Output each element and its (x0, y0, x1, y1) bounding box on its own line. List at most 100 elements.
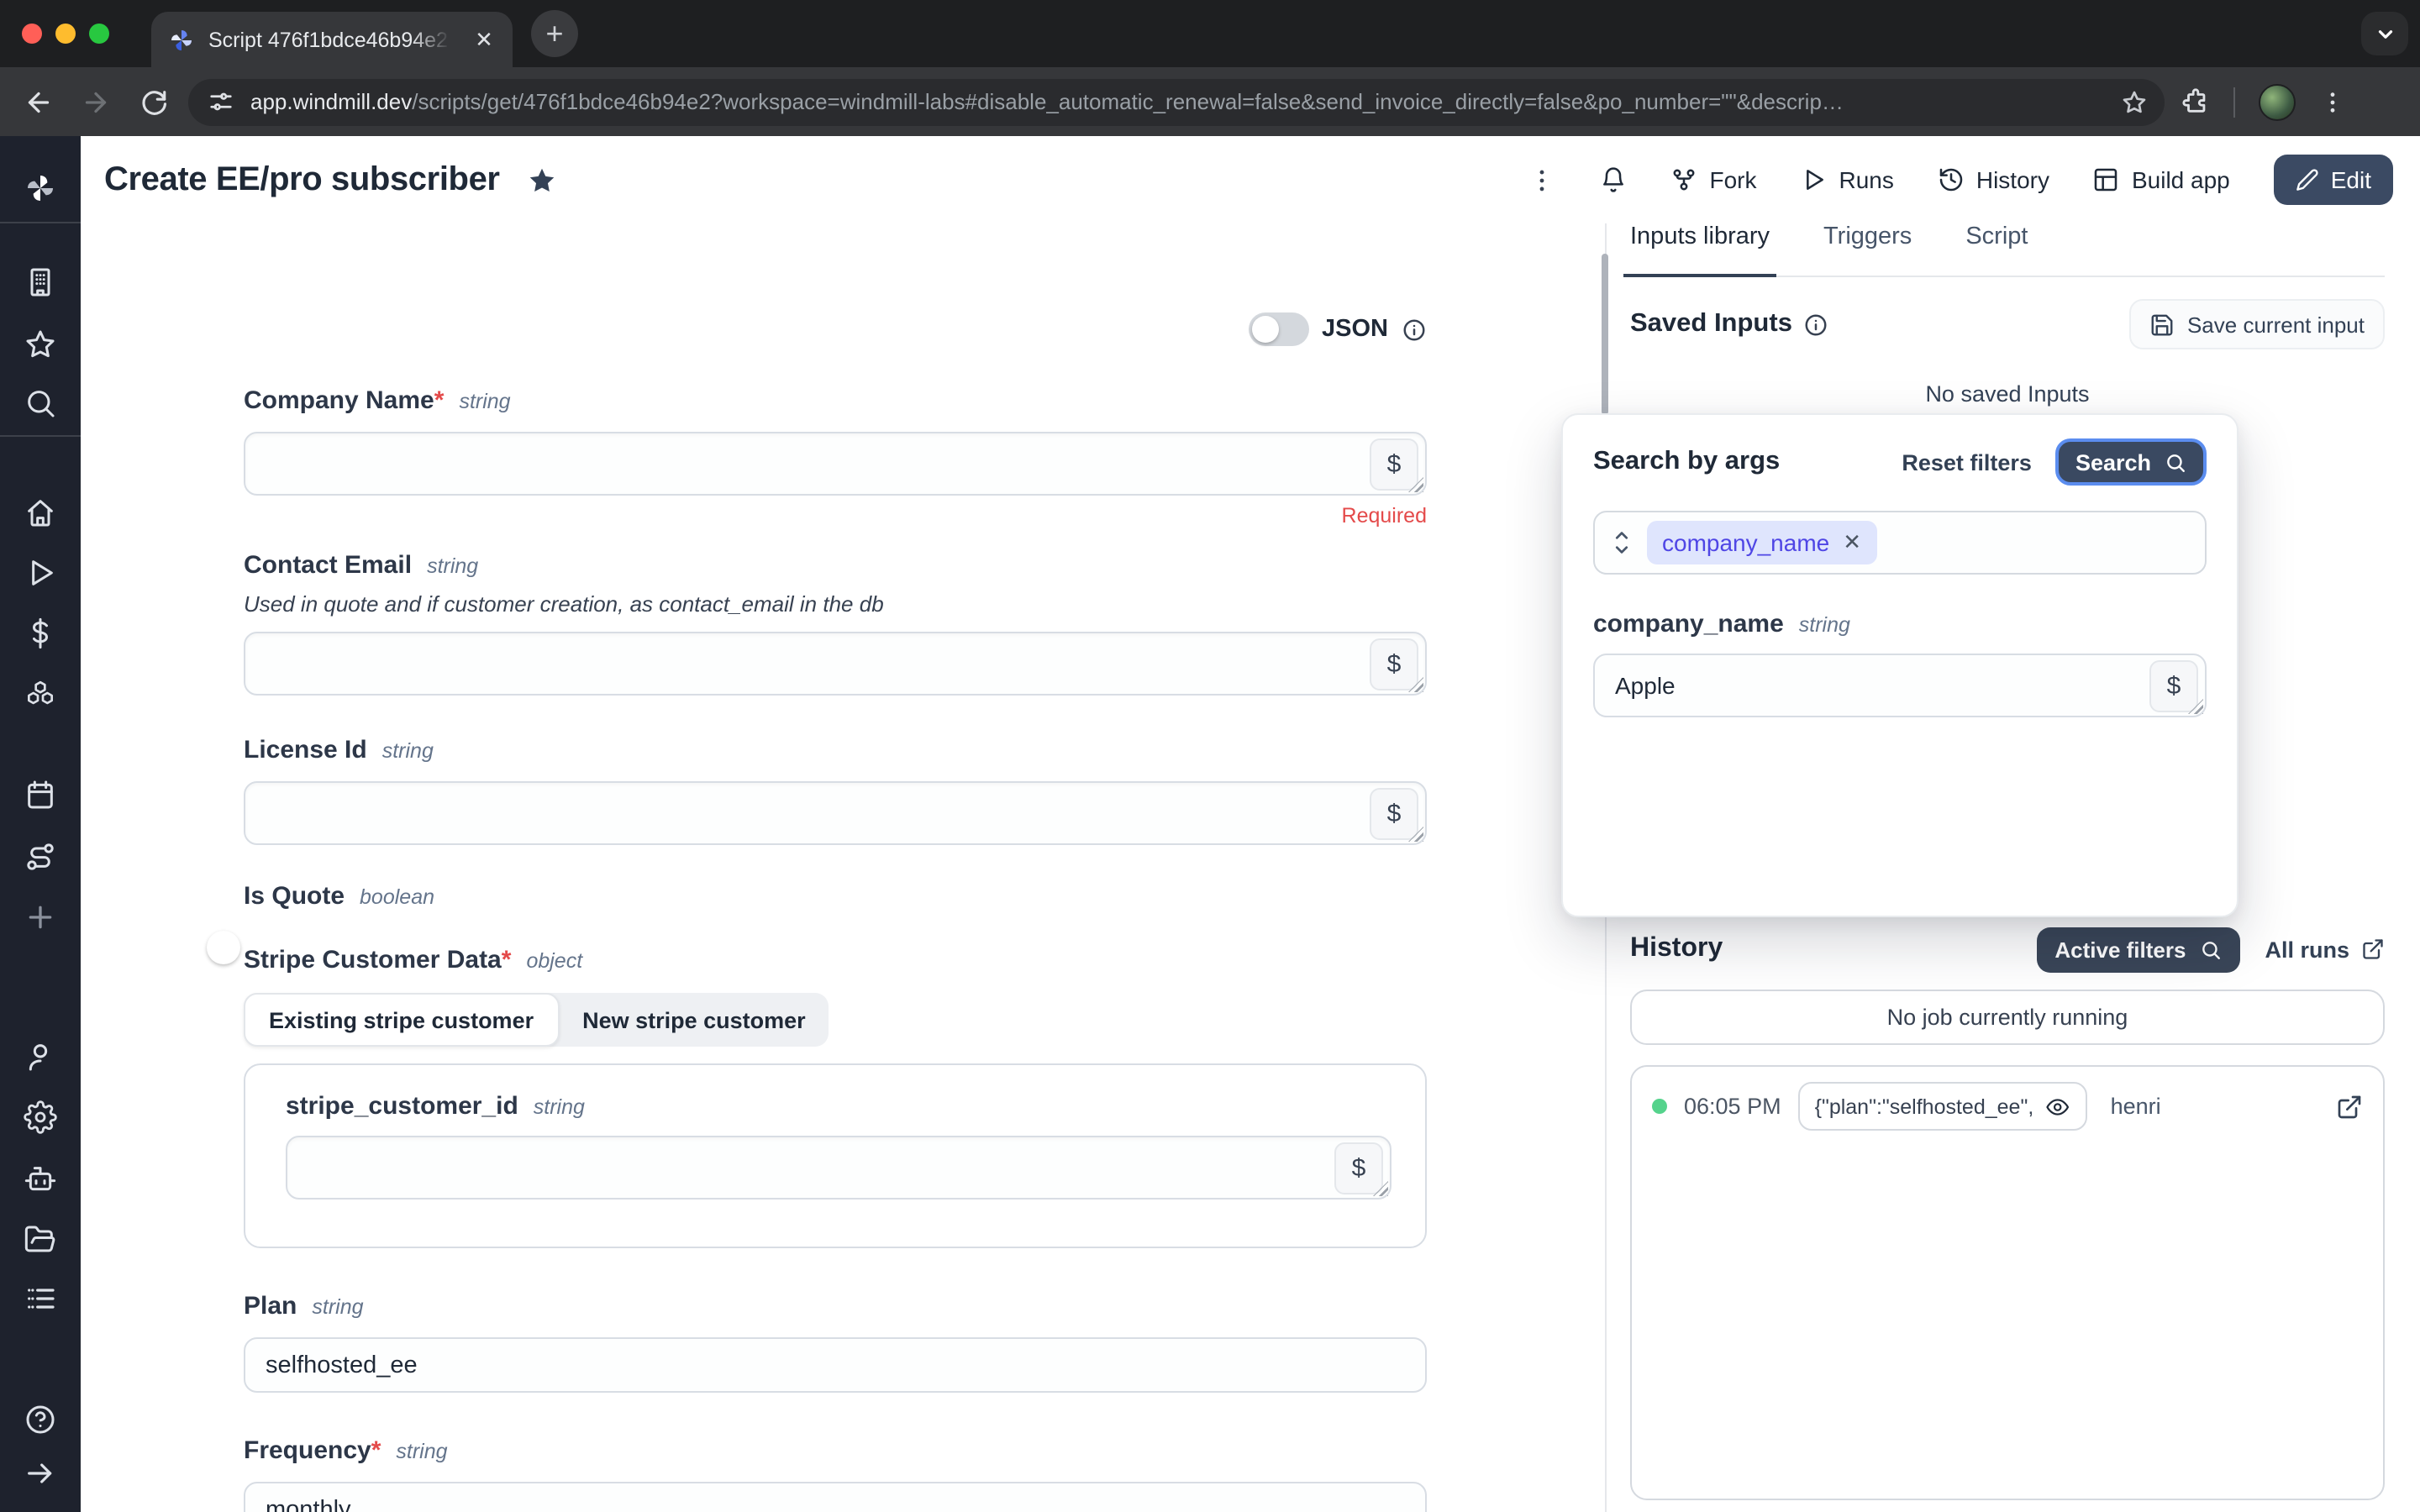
panel-scrollbar[interactable] (1602, 254, 1608, 415)
plan-input[interactable] (244, 1337, 1427, 1393)
field-stripe-customer-data: Stripe Customer Data*object Existing str… (244, 946, 1427, 1248)
more-kebab-icon[interactable] (1528, 165, 1556, 194)
filter-chip-company-name[interactable]: company_name ✕ (1647, 521, 1876, 564)
sidebar-divider (0, 435, 81, 437)
dollar-var-button[interactable]: $ (1370, 638, 1418, 690)
eye-icon[interactable] (2045, 1093, 2070, 1120)
extensions-puzzle-icon[interactable] (2181, 87, 2210, 116)
open-run-external-icon[interactable] (2336, 1093, 2363, 1120)
dollar-var-button[interactable]: $ (1370, 438, 1418, 491)
tab-script[interactable]: Script (1965, 223, 2028, 276)
url-bar[interactable]: app.windmill.dev/scripts/get/476f1bdce46… (188, 78, 2165, 125)
tab-new-stripe-customer[interactable]: New stripe customer (559, 993, 829, 1047)
args-filter-input[interactable]: company_name ✕ (1593, 511, 2207, 575)
field-is-quote: Is Quoteboolean (244, 882, 1427, 912)
browser-menu-kebab-icon[interactable] (2319, 88, 2346, 115)
favorite-star-icon[interactable] (527, 164, 559, 196)
search-icon (2165, 451, 2186, 473)
tab-triggers[interactable]: Triggers (1823, 223, 1912, 276)
field-frequency: Frequency*string (244, 1436, 1427, 1512)
site-info-icon[interactable] (208, 89, 234, 114)
run-time: 06:05 PM (1684, 1094, 1781, 1119)
fork-button[interactable]: Fork (1670, 166, 1756, 193)
tab-strip: Script 476f1bdce46b94e2 | W ✕ + (0, 0, 2420, 67)
save-current-input-button[interactable]: Save current input (2130, 299, 2385, 349)
run-args-chip[interactable]: {"plan":"selfhosted_ee",... (1798, 1082, 2087, 1131)
json-toggle[interactable] (1248, 312, 1308, 346)
tab-inputs-library[interactable]: Inputs library (1630, 223, 1770, 276)
tab-existing-stripe-customer[interactable]: Existing stripe customer (244, 993, 559, 1047)
sidebar-item-home-icon[interactable] (24, 496, 57, 529)
windmill-logo[interactable] (24, 171, 57, 205)
profile-avatar[interactable] (2259, 83, 2296, 120)
sort-chevrons-icon[interactable] (1610, 529, 1634, 556)
chevron-down-icon[interactable] (2361, 12, 2408, 55)
runs-button[interactable]: Runs (1800, 166, 1893, 193)
sidebar-item-resources-cubes-icon[interactable] (24, 679, 57, 712)
stripe-customer-id-input[interactable]: $ (286, 1136, 1392, 1200)
run-row[interactable]: 06:05 PM {"plan":"selfhosted_ee",... hen… (1652, 1082, 2363, 1131)
reload-icon[interactable] (124, 73, 182, 130)
sidebar-item-help-question-icon[interactable] (24, 1403, 57, 1436)
sidebar-item-workers-robot-icon[interactable] (24, 1163, 57, 1196)
search-button[interactable]: Search (2055, 438, 2207, 486)
tab-close-icon[interactable]: ✕ (469, 24, 499, 55)
field-plan: Plan string (244, 1292, 1427, 1393)
company-name-filter-input[interactable] (1595, 655, 2133, 716)
minimize-window-button[interactable] (55, 24, 76, 44)
browser-tab[interactable]: Script 476f1bdce46b94e2 | W ✕ (151, 12, 513, 67)
sidebar-item-folders-icon[interactable] (24, 1223, 57, 1257)
sidebar-expand-arrow-icon[interactable] (24, 1457, 57, 1490)
fullscreen-window-button[interactable] (89, 24, 109, 44)
company-name-filter-input-wrap: $ (1593, 654, 2207, 717)
sidebar-item-logs-list-icon[interactable] (24, 1282, 57, 1315)
sidebar-item-variables-dollar-icon[interactable] (24, 617, 57, 650)
url-host: app.windmill.dev (250, 89, 412, 114)
sidebar-item-search-icon[interactable] (24, 386, 57, 420)
company-name-input[interactable]: $ (244, 432, 1427, 496)
chip-label: company_name (1662, 529, 1829, 556)
field-type: string (312, 1295, 363, 1319)
build-app-button[interactable]: Build app (2093, 166, 2230, 193)
fork-label: Fork (1709, 166, 1756, 193)
url-path: /scripts/get/476f1bdce46b94e2?workspace=… (412, 89, 1844, 114)
dollar-var-button[interactable]: $ (1370, 788, 1418, 840)
history-title: History (1630, 934, 1723, 964)
dollar-var-button[interactable]: $ (2149, 660, 2198, 712)
sidebar-item-user-icon[interactable] (24, 1040, 57, 1074)
back-icon[interactable] (10, 73, 67, 130)
bookmark-star-icon[interactable] (2121, 88, 2148, 115)
sidebar-item-runs-play-icon[interactable] (24, 556, 57, 590)
info-icon[interactable] (1804, 312, 1829, 337)
sidebar-item-settings-gear-icon[interactable] (24, 1100, 57, 1134)
app-header: Create EE/pro subscriber Fork Runs Histo… (81, 136, 2420, 223)
contact-email-input[interactable]: $ (244, 632, 1427, 696)
active-filters-button[interactable]: Active filters (2036, 927, 2239, 972)
forward-icon[interactable] (67, 73, 124, 130)
sidebar-item-workspace[interactable] (24, 265, 57, 299)
dollar-var-button[interactable]: $ (1334, 1142, 1383, 1194)
license-id-input[interactable]: $ (244, 781, 1427, 845)
field-label: Stripe Customer Data* (244, 946, 511, 974)
sidebar-item-add-plus-icon[interactable] (24, 900, 57, 934)
no-saved-inputs: No saved Inputs (1630, 381, 2385, 407)
all-runs-link[interactable]: All runs (2265, 937, 2385, 962)
sidebar-item-schedules-calendar-icon[interactable] (24, 778, 57, 811)
new-tab-button[interactable]: + (531, 10, 578, 57)
frequency-input[interactable] (244, 1482, 1427, 1512)
sidebar-item-flows-route-icon[interactable] (24, 840, 57, 874)
edit-button[interactable]: Edit (2274, 155, 2393, 205)
field-type: string (459, 390, 510, 413)
sidebar-item-favorites-star-icon[interactable] (24, 328, 57, 361)
stripe-object-box: stripe_customer_idstring $ (244, 1063, 1427, 1248)
reset-filters-button[interactable]: Reset filters (1902, 449, 2032, 475)
chip-remove-x-icon[interactable]: ✕ (1843, 529, 1861, 556)
field-company-name: Company Name*string $ Required (244, 386, 1427, 528)
notifications-bell-icon[interactable] (1600, 166, 1627, 193)
field-label: Plan (244, 1292, 297, 1320)
close-window-button[interactable] (22, 24, 42, 44)
history-button[interactable]: History (1938, 166, 2049, 193)
info-icon[interactable] (1402, 317, 1427, 342)
required-message: Required (244, 504, 1427, 528)
browser-chrome: Script 476f1bdce46b94e2 | W ✕ + app.wind… (0, 0, 2420, 136)
